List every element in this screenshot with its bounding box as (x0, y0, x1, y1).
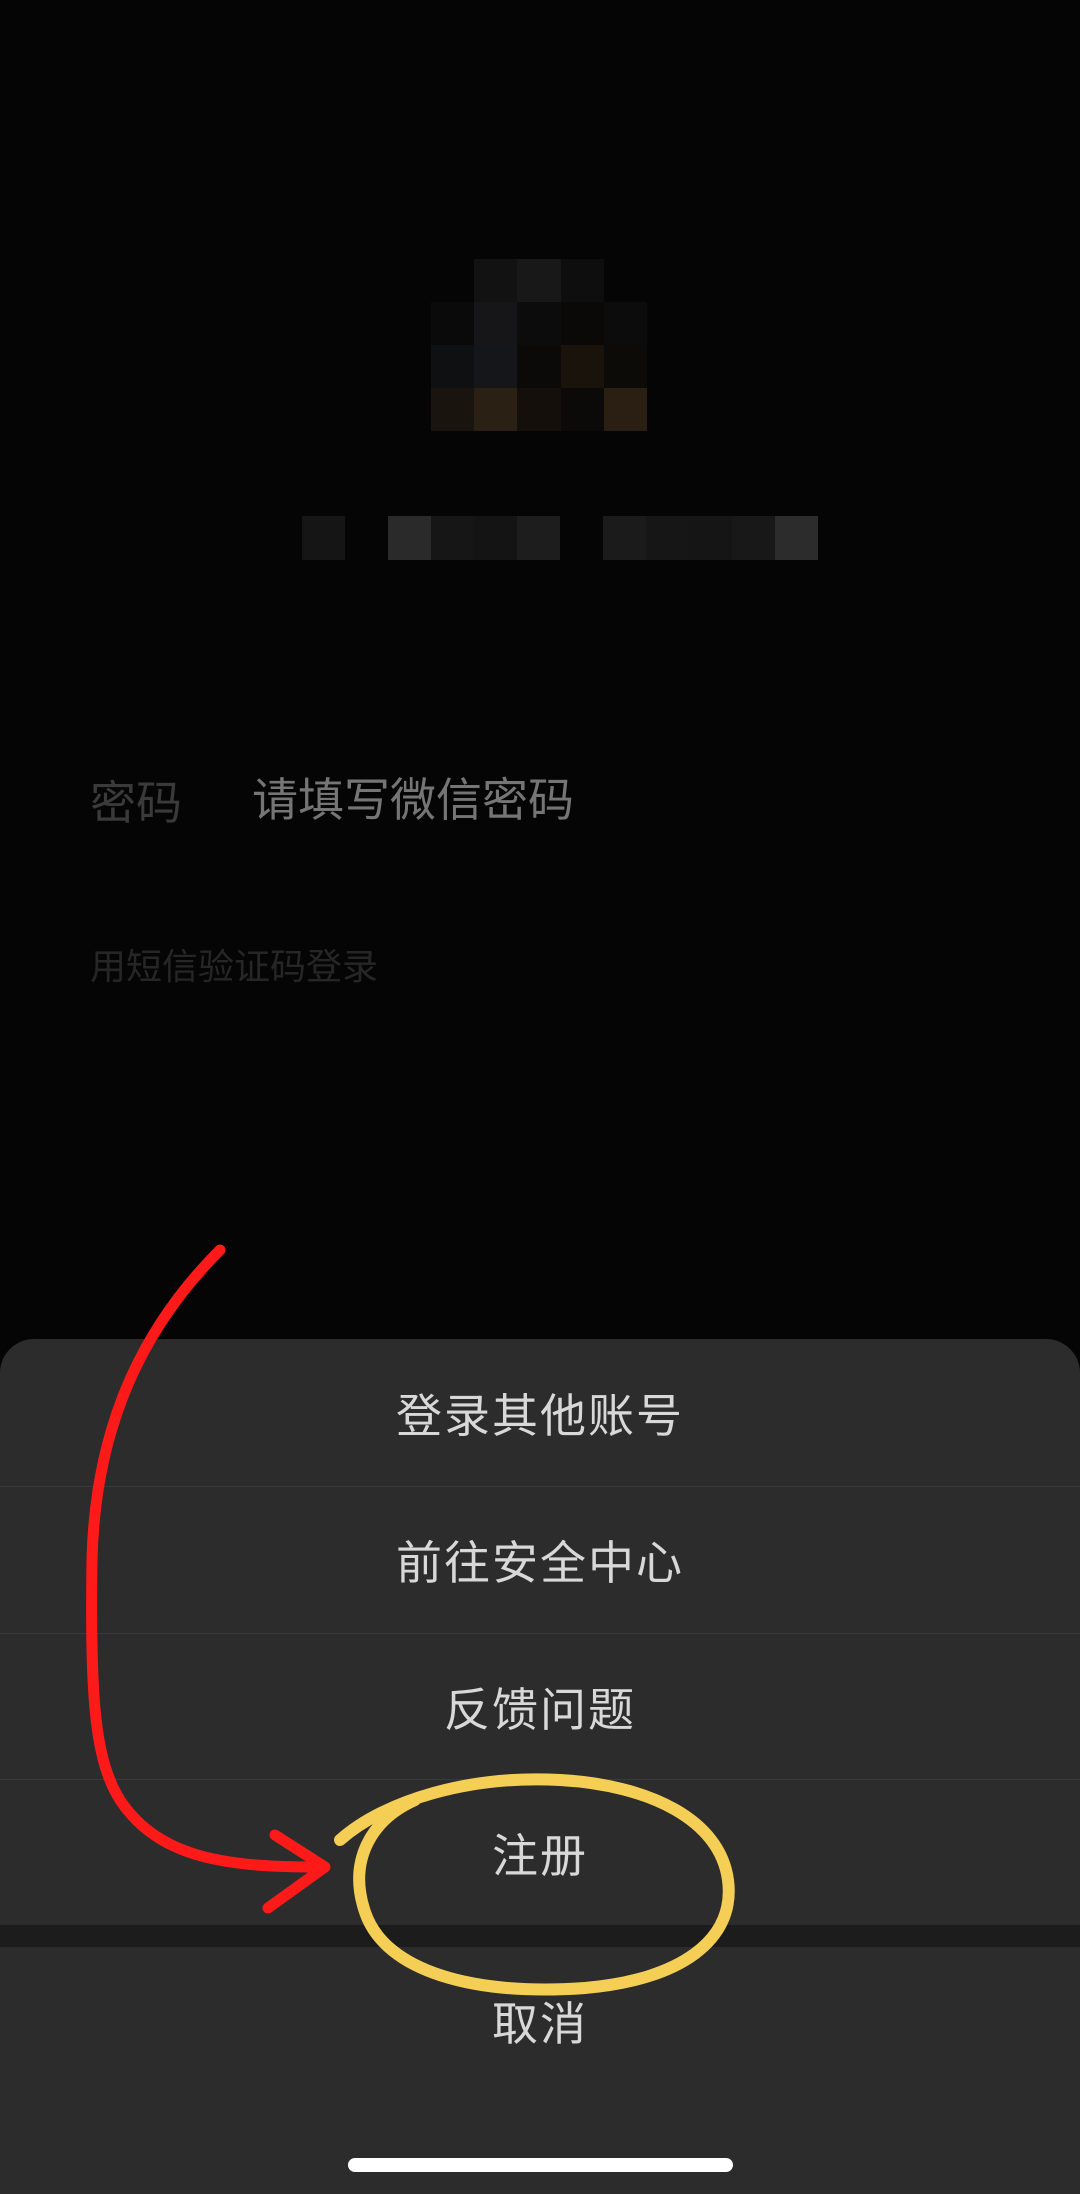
sms-login-link[interactable]: 用短信验证码登录 (90, 938, 378, 990)
home-indicator[interactable] (348, 2158, 733, 2172)
cancel-button[interactable]: 取消 (0, 1947, 1080, 2094)
password-input[interactable] (252, 773, 824, 827)
login-other-account-button[interactable]: 登录其他账号 (0, 1339, 1080, 1486)
security-center-button[interactable]: 前往安全中心 (0, 1486, 1080, 1633)
password-label: 密码 (90, 776, 182, 830)
password-row: 密码 (90, 770, 990, 830)
screen: 密码 用短信验证码登录 登录其他账号 前往安全中心 反馈问题 注册 取消 (0, 0, 1080, 2194)
masked-account-name (302, 516, 818, 560)
sheet-gap (0, 1925, 1080, 1947)
register-button[interactable]: 注册 (0, 1779, 1080, 1926)
feedback-button[interactable]: 反馈问题 (0, 1633, 1080, 1780)
avatar (431, 259, 647, 431)
action-sheet: 登录其他账号 前往安全中心 反馈问题 注册 取消 (0, 1339, 1080, 2194)
